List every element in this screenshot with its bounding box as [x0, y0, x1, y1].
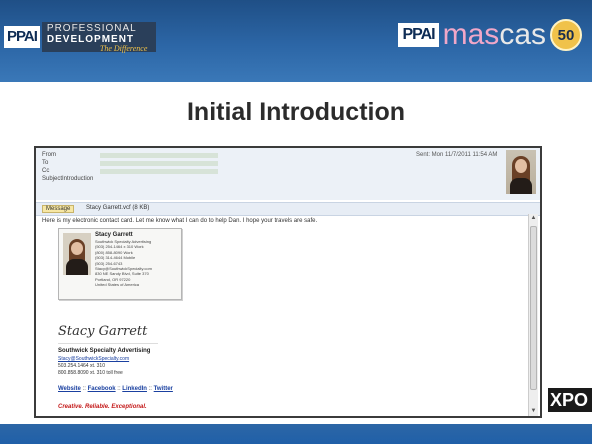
ppai-mascas-logo: PPAI mascas 50	[398, 16, 582, 54]
contact-card-photo	[63, 233, 91, 275]
company-name: Southwick Specialty Advertising	[58, 348, 151, 354]
sender-photo	[506, 150, 536, 194]
vcf-attachment-tab[interactable]: Stacy Garrett.vcf (8 KB)	[86, 205, 149, 211]
ppai-wordmark: PPAI	[4, 26, 40, 48]
twitter-link[interactable]: Twitter	[154, 386, 173, 392]
signature-email-link[interactable]: Stacy@SouthwickSpecialty.com	[58, 356, 129, 363]
scroll-down-arrow-icon[interactable]: ▼	[529, 407, 538, 416]
professional-development-box: PROFESSIONAL DEVELOPMENT The Difference	[41, 22, 156, 53]
anniversary-50-badge: 50	[550, 19, 582, 51]
ppai-professional-development-logo: PPAI PROFESSIONAL DEVELOPMENT The Differ…	[4, 22, 156, 53]
contact-card-name: Stacy Garrett	[95, 232, 133, 238]
linkedin-link[interactable]: LinkedIn	[122, 386, 147, 392]
footer-band	[0, 424, 592, 444]
email-scrollbar[interactable]: ▲ ▼	[528, 214, 538, 416]
ppai-wordmark-right: PPAI	[398, 23, 439, 47]
signature-contact-lines: Stacy@SouthwickSpecialty.com 503.254.146…	[58, 356, 129, 377]
handwritten-signature: Stacy Garrett	[58, 324, 148, 339]
subject-value: Introduction	[62, 176, 94, 182]
message-tab[interactable]: Message	[42, 205, 75, 213]
contact-card-details: Southwick Specialty Advertising (503) 25…	[95, 239, 152, 288]
mascas-wordmark: mascas	[442, 18, 546, 51]
scroll-up-arrow-icon[interactable]: ▲	[529, 214, 538, 223]
header-band: PPAI PROFESSIONAL DEVELOPMENT The Differ…	[0, 0, 592, 82]
to-value-redacted	[100, 161, 218, 166]
attachment-tab-bar: Message Stacy Garrett.vcf (8 KB)	[36, 202, 540, 216]
company-tagline: Creative. Reliable. Exceptional.	[58, 404, 147, 410]
logo-tagline: The Difference	[99, 44, 148, 53]
email-header-area: From To Cc Subject Introduction Sent: Mo…	[36, 148, 540, 200]
social-links: Website :: Facebook :: LinkedIn :: Twitt…	[58, 386, 173, 392]
cc-label: Cc	[42, 168, 50, 174]
from-label: From	[42, 152, 56, 158]
logo-line-professional: PROFESSIONAL	[46, 23, 137, 34]
email-screenshot: From To Cc Subject Introduction Sent: Mo…	[34, 146, 542, 418]
contact-card: Stacy Garrett Southwick Specialty Advert…	[58, 228, 182, 300]
scrollbar-thumb[interactable]	[530, 226, 537, 390]
signature-toll-free: 800.858.8090 xt. 310 toll free	[58, 370, 123, 376]
to-label: To	[42, 160, 49, 166]
signature-divider	[58, 343, 158, 344]
cc-value-redacted	[100, 169, 218, 174]
signature-phone: 503.254.1464 xt. 310	[58, 363, 105, 369]
email-body-line: Here is my electronic contact card. Let …	[42, 218, 318, 224]
from-value-redacted	[100, 153, 218, 158]
sent-timestamp: Sent: Mon 11/7/2011 11:54 AM	[416, 152, 498, 158]
slide-title: Initial Introduction	[186, 98, 406, 126]
website-link[interactable]: Website	[58, 386, 81, 392]
facebook-link[interactable]: Facebook	[88, 386, 116, 392]
expo-corner-logo: XPO	[548, 388, 592, 412]
subject-label: Subject	[42, 176, 63, 182]
